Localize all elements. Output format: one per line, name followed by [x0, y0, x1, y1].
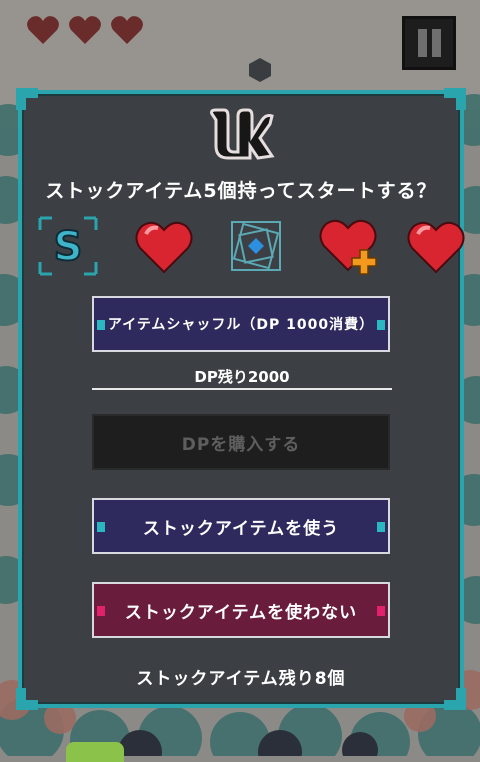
pause-icon [418, 29, 427, 57]
dont-use-stock-items-label: ストックアイテムを使わない [124, 602, 358, 623]
dialog-corner [16, 688, 38, 710]
stock-item-row: S [36, 214, 465, 284]
blue-gem-frame-item-icon [231, 221, 281, 271]
dialog-corner [444, 88, 466, 110]
shuffle-s-item-icon: S [38, 216, 98, 276]
dialog-corner [444, 688, 466, 710]
hexagon-marker-icon [249, 58, 271, 82]
use-stock-items-label: ストックアイテムを使う [142, 518, 340, 539]
buy-dp-label: DPを購入する [181, 434, 301, 455]
life-heart-icon [69, 16, 101, 44]
heart-item-icon [407, 221, 465, 274]
svg-text:S: S [54, 224, 83, 270]
stock-question-text: ストックアイテム5個持ってスタートする？ [45, 180, 437, 202]
game-logo-icon [210, 108, 275, 160]
pause-button[interactable] [402, 16, 456, 70]
heart-plus-item-icon [319, 219, 377, 275]
item-shuffle-button[interactable]: アイテムシャッフル（DP 1000消費） [92, 296, 390, 352]
buy-dp-button[interactable]: DPを購入する [92, 414, 390, 470]
bottom-green-tab [66, 742, 124, 762]
item-shuffle-label: アイテムシャッフル（DP 1000消費） [107, 317, 375, 333]
life-heart-icon [111, 16, 143, 44]
stock-item-dialog: ストックアイテム5個持ってスタートする？ S アイテムシャッフル（DP 1000… [16, 88, 466, 710]
stock-remaining-text: ストックアイテム残り8個 [136, 669, 346, 689]
dp-remaining-text: DP残り2000 [194, 368, 290, 386]
life-heart-icon [27, 16, 59, 44]
dialog-corner [16, 88, 38, 110]
divider [92, 388, 392, 390]
use-stock-items-button[interactable]: ストックアイテムを使う [92, 498, 390, 554]
lives-display [26, 14, 144, 46]
heart-item-icon [135, 221, 193, 274]
dont-use-stock-items-button[interactable]: ストックアイテムを使わない [92, 582, 390, 638]
